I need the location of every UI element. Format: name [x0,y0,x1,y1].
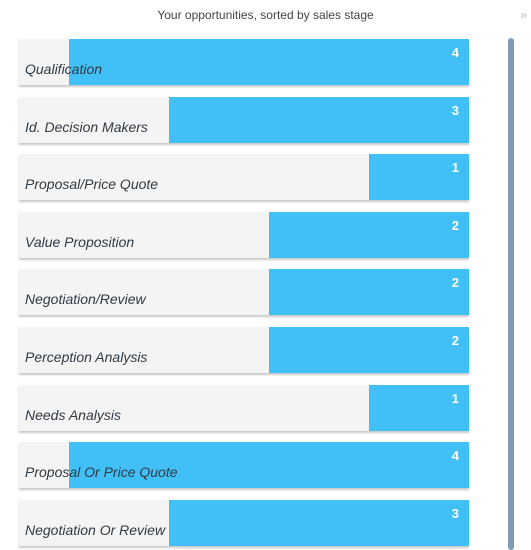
bar-row[interactable]: 3 Id. Decision Makers [19,97,469,143]
bar-value-label: 1 [451,160,459,175]
bar-row[interactable]: 2 Perception Analysis [19,327,469,373]
category-label: Proposal Or Price Quote [25,464,178,480]
bar-row[interactable]: 2 Negotiation/Review [19,269,469,315]
bar-value-label: 2 [451,275,459,290]
category-label: Perception Analysis [25,349,148,365]
bar-row[interactable]: 1 Proposal/Price Quote [19,154,469,200]
bar [269,212,469,258]
chart-title: Your opportunities, sorted by sales stag… [157,8,374,22]
bar-row[interactable]: 3 Negotiation Or Review [19,500,469,546]
category-label: Qualification [25,61,103,77]
sales-stage-bar-chart: 4 Qualification 3 Id. Decision Makers 1 Propo… [19,39,469,550]
bar [269,327,469,373]
bar-value-label: 2 [451,218,459,233]
category-label: Proposal/Price Quote [25,176,159,192]
category-label: Negotiation Or Review [25,522,166,538]
bar-value-label: 3 [451,506,459,521]
bar [69,39,469,85]
category-label: Value Proposition [25,234,135,250]
bar-value-label: 1 [451,391,459,406]
category-label: Needs Analysis [25,407,121,423]
bar-row[interactable]: 2 Value Proposition [19,212,469,258]
category-label: Id. Decision Makers [25,119,148,135]
bar-value-label: 4 [451,448,459,463]
bar-value-label: 3 [451,103,459,118]
scrollbar-thumb[interactable] [508,38,514,550]
bar [169,97,469,143]
bar-row[interactable]: 1 Needs Analysis [19,385,469,431]
bar-row[interactable]: 4 Qualification [19,39,469,85]
bar-value-label: 4 [451,45,459,60]
scrollbar-track[interactable] [508,38,514,550]
bar [269,269,469,315]
double-chevron-right-icon[interactable]: » [520,9,527,21]
bar-row[interactable]: 4 Proposal Or Price Quote [19,442,469,488]
bar [169,500,469,546]
bar-value-label: 2 [451,333,459,348]
category-label: Negotiation/Review [25,291,146,307]
